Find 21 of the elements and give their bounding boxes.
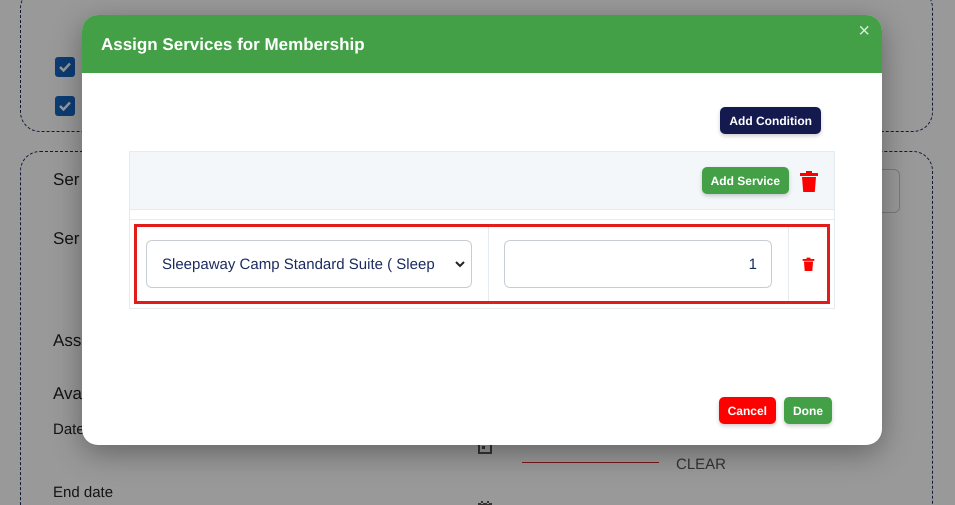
checkbox[interactable] bbox=[55, 57, 75, 77]
clear-button[interactable]: CLEAR bbox=[676, 456, 900, 473]
field-label: Ava bbox=[53, 384, 82, 405]
field-label: Ser bbox=[53, 229, 80, 250]
check-icon bbox=[59, 101, 71, 111]
field-label: End date bbox=[53, 484, 114, 501]
trash-icon[interactable] bbox=[802, 256, 814, 272]
quantity-input[interactable]: 1 bbox=[504, 240, 772, 288]
done-button[interactable]: Done bbox=[784, 397, 832, 424]
cancel-button[interactable]: Cancel bbox=[718, 397, 776, 424]
modal-title: Assign Services for Membership bbox=[101, 35, 365, 55]
add-condition-button[interactable]: Add Condition bbox=[720, 107, 821, 134]
close-button[interactable]: × bbox=[856, 21, 872, 41]
checkbox[interactable] bbox=[55, 96, 75, 116]
field-label: Ser bbox=[53, 170, 80, 191]
trash-icon[interactable] bbox=[799, 170, 819, 192]
check-icon bbox=[59, 62, 71, 72]
add-service-button[interactable]: Add Service bbox=[702, 167, 789, 194]
service-select[interactable]: Sleepaway Camp Standard Suite ( Sleep bbox=[146, 240, 472, 288]
field-label: Ass bbox=[53, 331, 82, 352]
chevron-icon bbox=[455, 260, 465, 268]
